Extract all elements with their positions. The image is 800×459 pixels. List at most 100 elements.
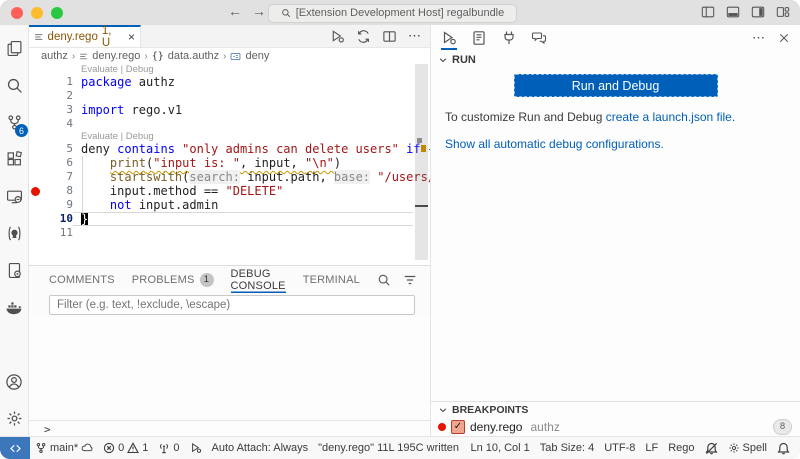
breakpoint-row[interactable]: ✓ deny.rego authz 8 [431,418,800,437]
code-line-4[interactable]: 4 [29,117,430,131]
debug-console-output[interactable] [29,315,430,420]
tab-debug-console[interactable]: DEBUG CONSOLE [231,266,286,293]
tab-deny-rego[interactable]: deny.rego 1, U × [29,25,141,47]
toggle-primary-sidebar-icon[interactable] [701,5,715,19]
code-line-1[interactable]: 1package authz [29,75,430,89]
glyph-margin[interactable] [29,198,43,212]
breadcrumb-file[interactable]: deny.rego [92,50,140,62]
code-line-8[interactable]: 8 input.method == "DELETE" [29,184,430,198]
docker-icon[interactable] [0,289,28,326]
breadcrumb-authz[interactable]: authz [41,50,68,62]
spell-checker-item[interactable]: Spell [723,442,772,454]
codelens[interactable]: Evaluate | Debug [29,64,430,75]
breakpoint-dot-icon[interactable] [31,187,40,196]
glyph-margin[interactable] [29,142,43,156]
close-window-button[interactable] [11,7,23,19]
breadcrumb-package[interactable]: data.authz [168,50,219,62]
minimize-window-button[interactable] [31,7,43,19]
create-launch-json-link[interactable]: create a launch.json file. [606,110,735,124]
problems-status-item[interactable]: 0 1 [98,442,153,454]
breakpoint-scope: authz [530,420,559,434]
show-all-configurations-link[interactable]: Show all automatic debug configurations. [445,137,664,151]
code-line-7[interactable]: 7 startswith(search: input.path, base: "… [29,170,430,184]
customize-layout-icon[interactable] [776,5,790,19]
eol-item[interactable]: LF [640,442,663,454]
zoom-window-button[interactable] [51,7,63,19]
tab-size-item[interactable]: Tab Size: 4 [535,442,599,454]
code-line-2[interactable]: 2 [29,89,430,103]
more-actions-icon[interactable]: ⋯ [752,30,765,46]
tab-problems[interactable]: PROBLEMS1 [132,266,214,293]
output-view-icon[interactable] [471,30,487,50]
auto-attach-status-item[interactable]: Auto Attach: Always [207,442,314,454]
codelens[interactable]: Evaluate | Debug [29,131,430,142]
glyph-margin[interactable] [29,156,43,170]
glyph-margin[interactable] [29,117,43,131]
glyph-margin[interactable] [29,184,43,198]
language-mode-item[interactable]: Rego [663,442,699,454]
console-filter-input[interactable] [49,295,415,315]
tab-comments[interactable]: COMMENTS [49,266,115,293]
rego-file-icon [34,32,44,42]
editor-scrollbar[interactable] [415,64,428,260]
code-line-9[interactable]: 9 not input.admin [29,198,430,212]
code-line-5[interactable]: 5deny contains "only admins can delete u… [29,142,430,156]
code-line-6[interactable]: 6 print("input is: ", input, "\n") [29,156,430,170]
notifications-item[interactable] [772,442,795,455]
bell-icon [777,442,790,455]
breakpoints-section-header[interactable]: BREAKPOINTS [431,402,800,418]
navigate-forward-icon[interactable]: → [252,3,266,19]
encoding-item[interactable]: UTF-8 [599,442,640,454]
run-and-debug-button[interactable]: Run and Debug [514,74,718,97]
glyph-margin[interactable] [29,170,43,184]
split-editor-icon[interactable] [382,29,397,44]
ports-status-item[interactable]: 0 [153,442,184,454]
cursor-position-item[interactable]: Ln 10, Col 1 [465,442,534,454]
run-section-header[interactable]: RUN [431,50,800,69]
find-icon[interactable] [377,273,391,287]
breadcrumb-rule[interactable]: deny [245,50,269,62]
comments-view-icon[interactable] [531,30,547,50]
sidebar-view-switcher: ⋯ [431,25,800,50]
remote-explorer-icon[interactable] [0,178,28,215]
accounts-icon[interactable] [0,363,28,400]
debug-run-file-icon[interactable] [330,29,345,44]
bell-slash-item[interactable] [700,442,723,455]
filter-icon[interactable] [403,273,417,287]
breakpoint-checkbox[interactable]: ✓ [451,420,465,434]
explorer-icon[interactable] [0,30,28,67]
branch-status-item[interactable]: main* [30,442,98,454]
more-actions-icon[interactable]: ⋯ [408,28,421,44]
warnings-icon [127,442,139,454]
file-settings-icon[interactable] [0,252,28,289]
run-and-debug-view-icon[interactable] [441,30,457,50]
remote-indicator[interactable] [0,437,30,459]
extensions-icon[interactable] [0,141,28,178]
tab-terminal[interactable]: TERMINAL [303,266,360,293]
settings-gear-icon[interactable] [0,400,28,437]
glyph-margin[interactable] [29,212,43,226]
close-sidebar-icon[interactable] [778,32,790,44]
glyph-margin[interactable] [29,103,43,117]
glyph-margin[interactable] [29,75,43,89]
source-control-icon[interactable]: 6 [0,104,28,141]
command-center-search[interactable]: [Extension Development Host] regalbundle [268,4,517,23]
navigate-back-icon[interactable]: ← [228,3,242,19]
plug-view-icon[interactable] [501,30,517,50]
code-editor[interactable]: Evaluate | Debug1package authz23import r… [29,64,430,265]
overview-marker [417,138,422,143]
line-number: 6 [43,156,73,170]
code-line-11[interactable]: 11 [29,226,430,240]
toggle-secondary-sidebar-icon[interactable] [751,5,765,19]
glyph-margin[interactable] [29,226,43,240]
debug-console-input[interactable]: > [29,420,430,437]
glyph-margin[interactable] [29,89,43,103]
code-line-3[interactable]: 3import rego.v1 [29,103,430,117]
opa-icon[interactable] [0,215,28,252]
search-view-icon[interactable] [0,67,28,104]
debug-status-item[interactable] [185,442,207,454]
vscode-window: ← → [Extension Development Host] regalbu… [0,0,800,459]
close-tab-icon[interactable]: × [128,30,135,44]
toggle-panel-icon[interactable] [726,5,740,19]
open-changes-icon[interactable] [356,29,371,44]
